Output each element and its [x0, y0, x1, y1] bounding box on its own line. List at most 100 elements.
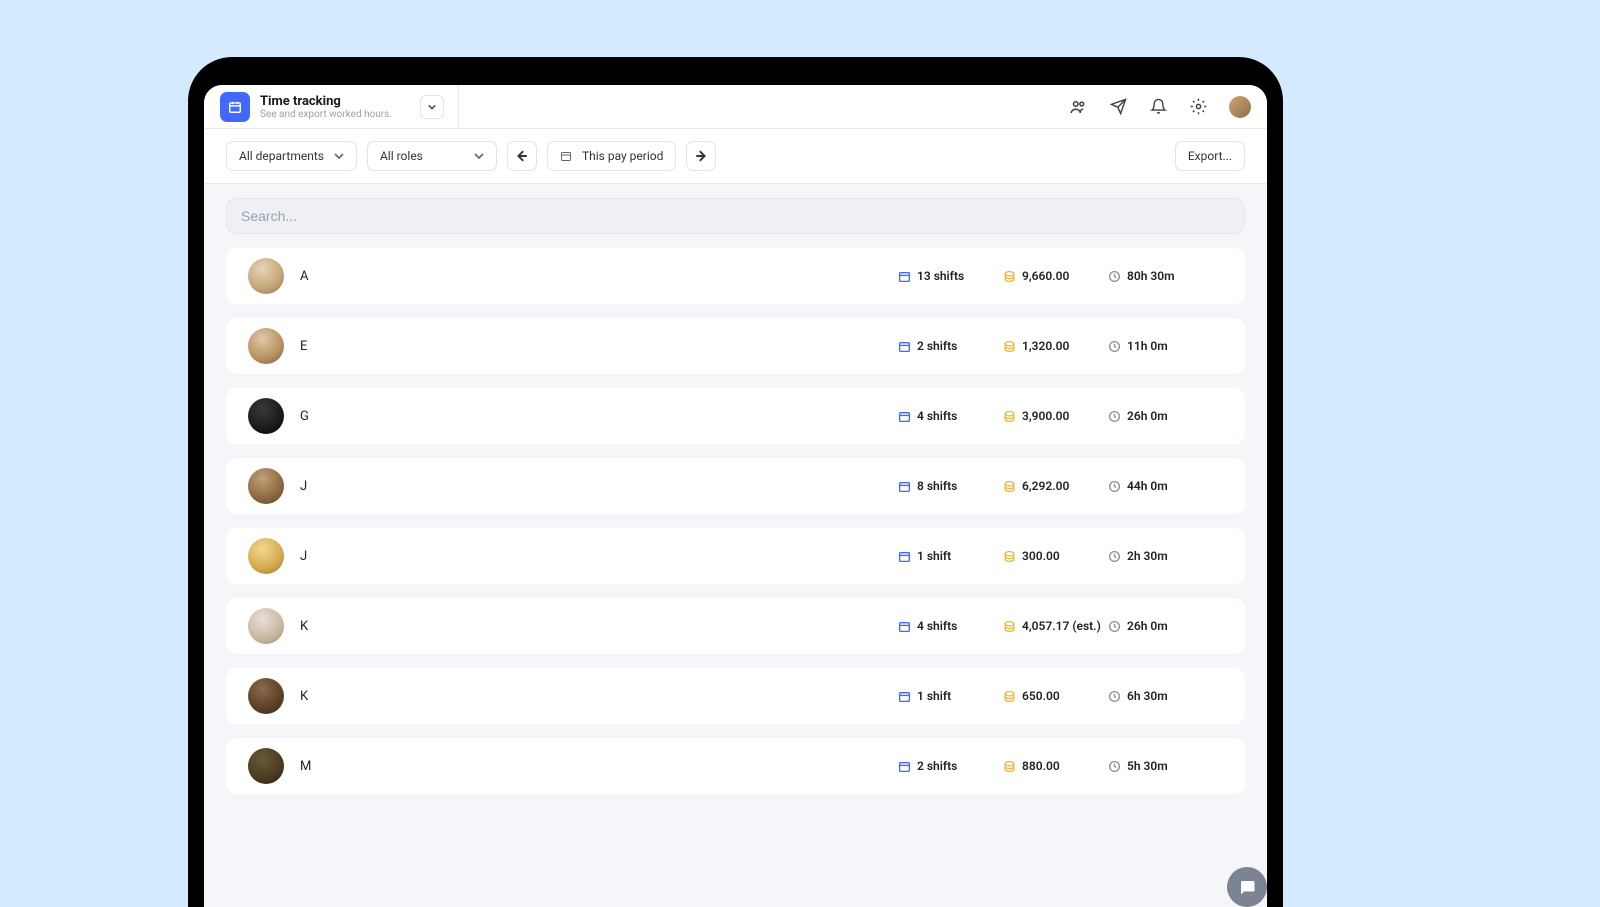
employee-name: J	[300, 479, 898, 494]
clock-icon	[1108, 340, 1121, 353]
calendar-icon	[898, 550, 911, 563]
time-value: 11h 0m	[1127, 339, 1168, 353]
employee-row[interactable]: M 2 shifts 880.00 5h 30m	[226, 738, 1245, 794]
employee-name: K	[300, 689, 898, 704]
export-button[interactable]: Export...	[1175, 141, 1245, 171]
cost-value: 3,900.00	[1022, 409, 1069, 423]
calendar-icon	[898, 270, 911, 283]
app-header: Time tracking See and export worked hour…	[204, 85, 1267, 129]
shifts-stat: 13 shifts	[898, 269, 1003, 283]
header-actions	[1069, 96, 1251, 118]
employee-row[interactable]: G 4 shifts 3,900.00 26h 0m	[226, 388, 1245, 444]
search-box[interactable]	[226, 198, 1245, 234]
cost-value: 1,320.00	[1022, 339, 1069, 353]
calendar-icon	[560, 150, 572, 162]
time-value: 26h 0m	[1127, 619, 1168, 633]
coins-icon	[1003, 620, 1016, 633]
clock-icon	[1108, 550, 1121, 563]
cost-stat: 9,660.00	[1003, 269, 1108, 283]
period-selector[interactable]: This pay period	[547, 141, 676, 171]
shifts-value: 1 shift	[917, 549, 951, 563]
shifts-value: 2 shifts	[917, 339, 957, 353]
shifts-value: 2 shifts	[917, 759, 957, 773]
content-area: A13 shifts9,660.0080h 30mE2 shifts1,320.…	[204, 184, 1267, 907]
employee-avatar	[248, 678, 284, 714]
coins-icon	[1003, 270, 1016, 283]
calendar-icon	[898, 410, 911, 423]
employee-name: M	[300, 759, 898, 774]
cost-stat: 1,320.00	[1003, 339, 1108, 353]
clock-icon	[1108, 410, 1121, 423]
chat-widget[interactable]	[1227, 867, 1267, 907]
prev-period-button[interactable]	[507, 141, 537, 171]
title-block: Time tracking See and export worked hour…	[260, 94, 392, 120]
employee-row[interactable]: A13 shifts9,660.0080h 30m	[226, 248, 1245, 304]
app-switcher[interactable]	[420, 95, 444, 119]
filter-toolbar: All departments All roles This pay perio…	[204, 129, 1267, 184]
employee-avatar	[248, 608, 284, 644]
arrow-left-icon	[516, 150, 528, 162]
clock-icon	[1108, 270, 1121, 283]
coins-icon	[1003, 480, 1016, 493]
employee-avatar	[248, 748, 284, 784]
cost-value: 6,292.00	[1022, 479, 1069, 493]
next-period-button[interactable]	[686, 141, 716, 171]
coins-icon	[1003, 550, 1016, 563]
time-stat: 11h 0m	[1108, 339, 1223, 353]
employee-avatar	[248, 328, 284, 364]
chevron-down-icon	[334, 151, 344, 161]
cost-value: 880.00	[1022, 759, 1060, 773]
shifts-value: 4 shifts	[917, 619, 957, 633]
departments-filter[interactable]: All departments	[226, 141, 357, 171]
app-icon[interactable]	[220, 92, 250, 122]
time-value: 6h 30m	[1127, 689, 1168, 703]
send-icon[interactable]	[1109, 98, 1127, 116]
clock-icon	[1108, 480, 1121, 493]
employee-name: E	[300, 339, 898, 354]
user-avatar[interactable]	[1229, 96, 1251, 118]
time-stat: 2h 30m	[1108, 549, 1223, 563]
time-stat: 26h 0m	[1108, 619, 1223, 633]
employee-row[interactable]: J8 shifts6,292.0044h 0m	[226, 458, 1245, 514]
shifts-value: 4 shifts	[917, 409, 957, 423]
time-value: 26h 0m	[1127, 409, 1168, 423]
shifts-stat: 4 shifts	[898, 409, 1003, 423]
bell-icon[interactable]	[1149, 98, 1167, 116]
arrow-right-icon	[695, 150, 707, 162]
shifts-value: 1 shift	[917, 689, 951, 703]
shifts-stat: 2 shifts	[898, 759, 1003, 773]
shifts-stat: 1 shift	[898, 549, 1003, 563]
cost-value: 300.00	[1022, 549, 1060, 563]
cost-value: 9,660.00	[1022, 269, 1069, 283]
employee-row[interactable]: E 2 shifts 1,320.00 11h 0m	[226, 318, 1245, 374]
time-stat: 6h 30m	[1108, 689, 1223, 703]
employee-name: J	[300, 549, 898, 564]
search-input[interactable]	[241, 208, 1230, 224]
employee-name: G	[300, 409, 898, 424]
gear-icon[interactable]	[1189, 98, 1207, 116]
time-stat: 80h 30m	[1108, 269, 1223, 283]
calendar-icon	[898, 340, 911, 353]
cost-value: 4,057.17 (est.)	[1022, 619, 1101, 633]
employee-row[interactable]: K1 shift650.006h 30m	[226, 668, 1245, 724]
shifts-stat: 1 shift	[898, 689, 1003, 703]
time-value: 2h 30m	[1127, 549, 1168, 563]
employee-row[interactable]: J 1 shift 300.00 2h 30m	[226, 528, 1245, 584]
team-icon[interactable]	[1069, 98, 1087, 116]
roles-filter[interactable]: All roles	[367, 141, 497, 171]
chevron-down-icon	[474, 151, 484, 161]
clock-icon	[1108, 760, 1121, 773]
clock-icon	[1108, 690, 1121, 703]
cost-stat: 880.00	[1003, 759, 1108, 773]
page-title: Time tracking	[260, 94, 392, 109]
time-value: 5h 30m	[1127, 759, 1168, 773]
employee-row[interactable]: K 4 shifts 4,057.17 (est.) 26h 0m	[226, 598, 1245, 654]
time-value: 80h 30m	[1127, 269, 1175, 283]
chat-icon	[1238, 878, 1256, 896]
employee-name: K	[300, 619, 898, 634]
shifts-stat: 8 shifts	[898, 479, 1003, 493]
clock-icon	[1108, 620, 1121, 633]
calendar-icon	[898, 690, 911, 703]
shifts-stat: 2 shifts	[898, 339, 1003, 353]
period-label: This pay period	[582, 149, 663, 163]
